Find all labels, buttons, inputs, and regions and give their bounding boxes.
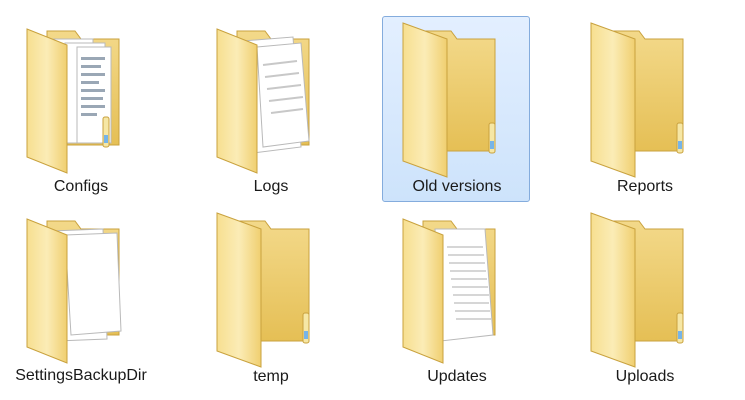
folder-item-uploads[interactable]: Uploads (570, 206, 718, 392)
folder-label: Uploads (615, 368, 675, 385)
folder-label: Configs (53, 178, 109, 195)
folder-item-reports[interactable]: Reports (570, 16, 718, 202)
folder-label: Updates (427, 368, 487, 385)
folder-label: Old versions (412, 178, 502, 195)
folder-pages-icon (26, 218, 122, 364)
folder-item-temp[interactable]: temp (196, 206, 344, 392)
folder-empty-icon (216, 212, 310, 368)
folder-item-updates[interactable]: Updates (382, 206, 530, 392)
folder-documents-icon (26, 28, 120, 174)
folder-label: Logs (253, 178, 289, 195)
file-list-view: Configs Logs Old versions Reports Settin… (0, 0, 745, 400)
folder-lined-page-icon (402, 218, 496, 364)
folder-label: Reports (616, 178, 674, 195)
folder-item-settingsbackupdir[interactable]: SettingsBackupDir (6, 206, 154, 392)
folder-item-configs[interactable]: Configs (6, 16, 154, 202)
folder-label: SettingsBackupDir (15, 367, 147, 384)
folder-item-old-versions[interactable]: Old versions (382, 16, 530, 202)
folder-label: temp (253, 368, 289, 385)
folder-empty-icon (402, 22, 496, 178)
folder-empty-icon (590, 22, 684, 178)
folder-empty-icon (590, 212, 684, 368)
folder-item-logs[interactable]: Logs (196, 16, 344, 202)
folder-pages-icon (216, 28, 310, 174)
